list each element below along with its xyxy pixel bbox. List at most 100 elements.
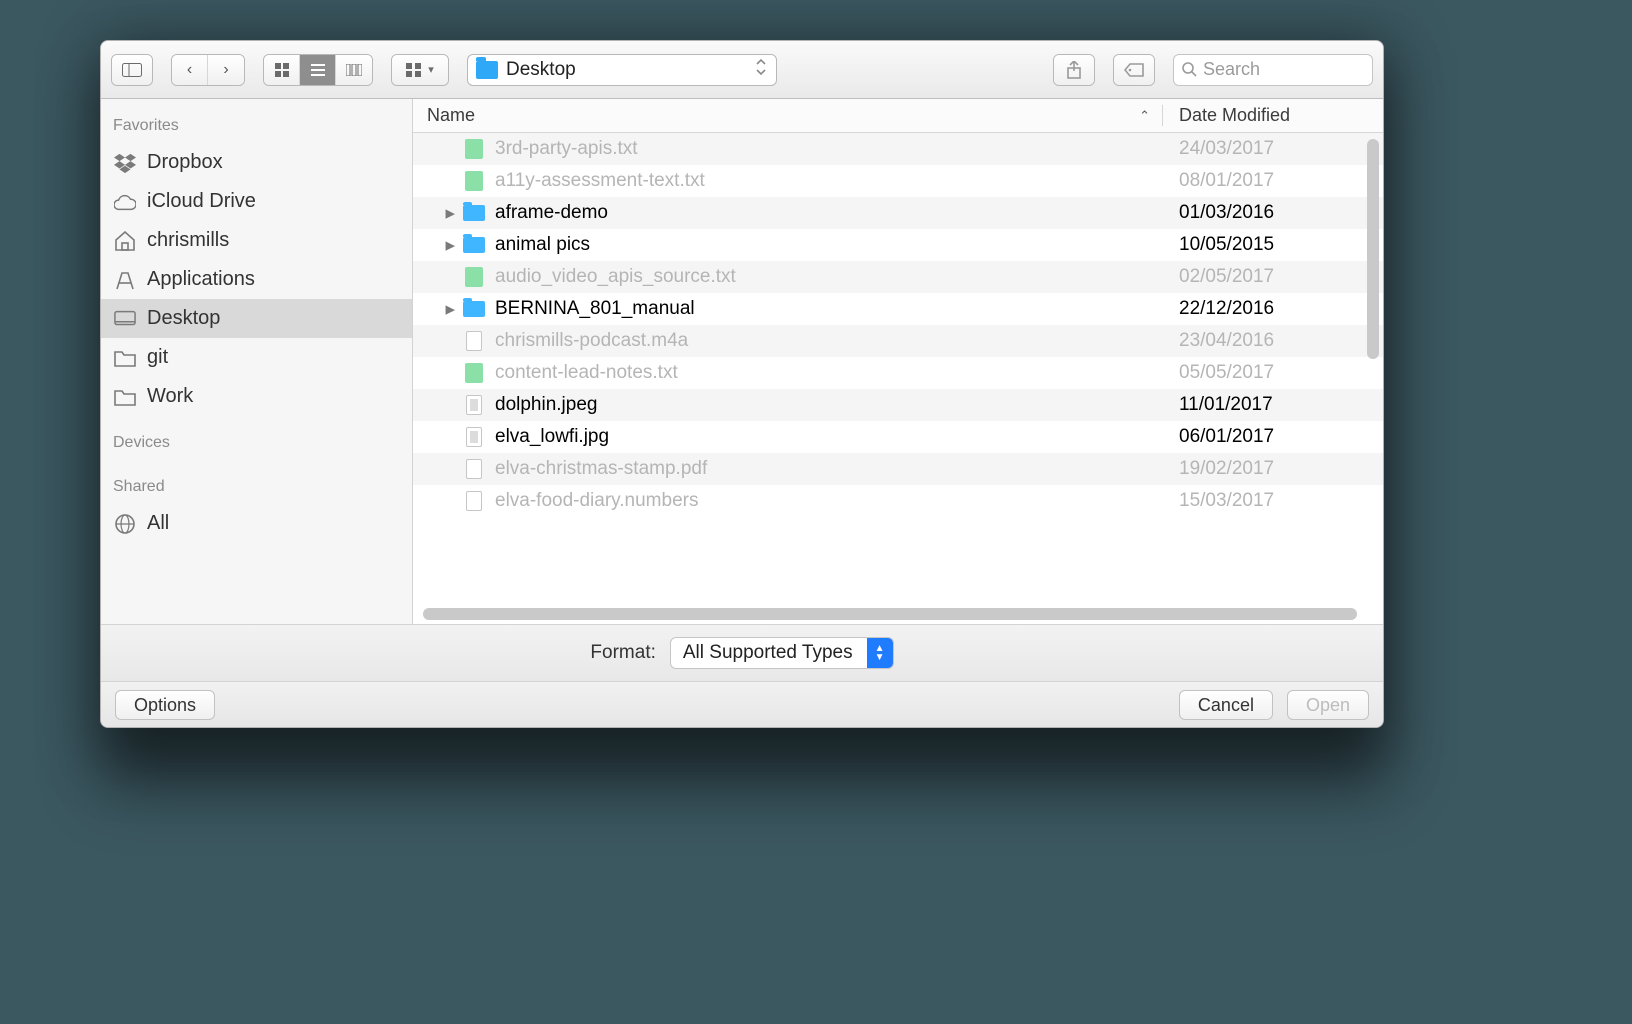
arrange-icon <box>406 63 422 77</box>
sidebar-item-applications[interactable]: Applications <box>101 260 412 299</box>
location-label: Desktop <box>506 59 576 81</box>
disclosure-triangle[interactable]: ▸ <box>413 234 461 257</box>
horizontal-scrollbar[interactable] <box>423 608 1357 620</box>
sidebar-item-dropbox[interactable]: Dropbox <box>101 143 412 182</box>
doc-icon <box>461 330 487 352</box>
folder-icon <box>461 234 487 256</box>
file-row[interactable]: a11y-assessment-text.txt08/01/2017 <box>413 165 1383 197</box>
back-button[interactable]: ‹ <box>172 55 208 85</box>
updown-icon <box>756 58 766 81</box>
format-label: Format: <box>590 642 655 664</box>
arrange-button[interactable]: ▾ <box>392 55 448 85</box>
doc-icon <box>461 490 487 512</box>
column-view-button[interactable] <box>336 55 372 85</box>
nav-group: ‹ › <box>171 54 245 86</box>
vertical-scrollbar[interactable] <box>1367 139 1379 359</box>
jpeg-icon <box>461 426 487 448</box>
disclosure-triangle[interactable]: ▸ <box>413 202 461 225</box>
sidebar-item-all[interactable]: All <box>101 504 412 543</box>
file-name: audio_video_apis_source.txt <box>495 266 1163 288</box>
tags-button[interactable] <box>1114 55 1154 85</box>
sidebar-item-label: chrismills <box>147 229 229 252</box>
file-row[interactable]: ▸ aframe-demo01/03/2016 <box>413 197 1383 229</box>
name-column-label: Name <box>427 105 475 126</box>
file-name: dolphin.jpeg <box>495 394 1163 416</box>
file-row[interactable]: 3rd-party-apis.txt24/03/2017 <box>413 133 1383 165</box>
tags-group <box>1113 54 1155 86</box>
chevron-down-icon: ▾ <box>428 63 434 76</box>
forward-button[interactable]: › <box>208 55 244 85</box>
folder-icon <box>113 387 137 407</box>
folder-icon <box>461 298 487 320</box>
file-list[interactable]: 3rd-party-apis.txt24/03/2017a11y-assessm… <box>413 133 1383 624</box>
date-column-label: Date Modified <box>1179 105 1290 125</box>
format-select[interactable]: All Supported Types ▲▼ <box>670 637 894 669</box>
file-row[interactable]: elva-food-diary.numbers15/03/2017 <box>413 485 1383 517</box>
column-headers: Name ⌃ Date Modified <box>413 99 1383 133</box>
file-name: a11y-assessment-text.txt <box>495 170 1163 192</box>
atom-icon <box>461 138 487 160</box>
search-placeholder: Search <box>1203 59 1260 80</box>
share-icon <box>1067 61 1081 79</box>
sidebar: FavoritesDropboxiCloud DrivechrismillsAp… <box>101 99 413 624</box>
file-date: 06/01/2017 <box>1163 426 1383 448</box>
select-arrows-icon: ▲▼ <box>867 637 893 669</box>
icon-view-button[interactable] <box>264 55 300 85</box>
home-icon <box>113 231 137 251</box>
sidebar-item-label: All <box>147 512 169 535</box>
folder-icon <box>461 202 487 224</box>
file-name: aframe-demo <box>495 202 1163 224</box>
sidebar-toggle-group <box>111 54 153 86</box>
jpeg-icon <box>461 394 487 416</box>
options-button[interactable]: Options <box>115 690 215 720</box>
name-column-header[interactable]: Name ⌃ <box>413 105 1163 126</box>
file-row[interactable]: ▸BERNINA_801_manual22/12/2016 <box>413 293 1383 325</box>
file-date: 02/05/2017 <box>1163 266 1383 288</box>
file-row[interactable]: content-lead-notes.txt05/05/2017 <box>413 357 1383 389</box>
file-date: 01/03/2016 <box>1163 202 1383 224</box>
list-view-button[interactable] <box>300 55 336 85</box>
folder-icon <box>113 348 137 368</box>
atom-icon <box>461 362 487 384</box>
file-browser: Name ⌃ Date Modified 3rd-party-apis.txt2… <box>413 99 1383 624</box>
location-dropdown[interactable]: Desktop <box>467 54 777 86</box>
file-date: 15/03/2017 <box>1163 490 1383 512</box>
file-name: 3rd-party-apis.txt <box>495 138 1163 160</box>
file-date: 19/02/2017 <box>1163 458 1383 480</box>
sidebar-item-chrismills[interactable]: chrismills <box>101 221 412 260</box>
cancel-button[interactable]: Cancel <box>1179 690 1273 720</box>
file-name: BERNINA_801_manual <box>495 298 1163 320</box>
disclosure-triangle[interactable]: ▸ <box>413 298 461 321</box>
file-row[interactable]: elva_lowfi.jpg06/01/2017 <box>413 421 1383 453</box>
share-button[interactable] <box>1054 55 1094 85</box>
open-button[interactable]: Open <box>1287 690 1369 720</box>
toggle-sidebar-button[interactable] <box>112 55 152 85</box>
format-value: All Supported Types <box>683 642 853 664</box>
file-row[interactable]: chrismills-podcast.m4a23/04/2016 <box>413 325 1383 357</box>
file-name: chrismills-podcast.m4a <box>495 330 1163 352</box>
sidebar-item-label: git <box>147 346 168 369</box>
file-date: 24/03/2017 <box>1163 138 1383 160</box>
toolbar: ‹ › ▾ Desktop <box>101 41 1383 99</box>
view-mode-group <box>263 54 373 86</box>
sidebar-item-desktop[interactable]: Desktop <box>101 299 412 338</box>
date-column-header[interactable]: Date Modified <box>1163 105 1383 126</box>
file-row[interactable]: dolphin.jpeg11/01/2017 <box>413 389 1383 421</box>
file-row[interactable]: ▸ animal pics10/05/2015 <box>413 229 1383 261</box>
sidebar-item-label: Dropbox <box>147 151 223 174</box>
sidebar-item-work[interactable]: Work <box>101 377 412 416</box>
file-row[interactable]: audio_video_apis_source.txt02/05/2017 <box>413 261 1383 293</box>
sort-ascending-icon: ⌃ <box>1139 108 1150 124</box>
file-date: 10/05/2015 <box>1163 234 1383 256</box>
atom-icon <box>461 170 487 192</box>
file-row[interactable]: elva-christmas-stamp.pdf19/02/2017 <box>413 453 1383 485</box>
sidebar-item-icloud-drive[interactable]: iCloud Drive <box>101 182 412 221</box>
list-icon <box>311 64 325 76</box>
action-group <box>1053 54 1095 86</box>
search-input[interactable]: Search <box>1173 54 1373 86</box>
file-date: 23/04/2016 <box>1163 330 1383 352</box>
atom-icon <box>461 266 487 288</box>
arrange-group: ▾ <box>391 54 449 86</box>
sidebar-item-git[interactable]: git <box>101 338 412 377</box>
file-name: animal pics <box>495 234 1163 256</box>
